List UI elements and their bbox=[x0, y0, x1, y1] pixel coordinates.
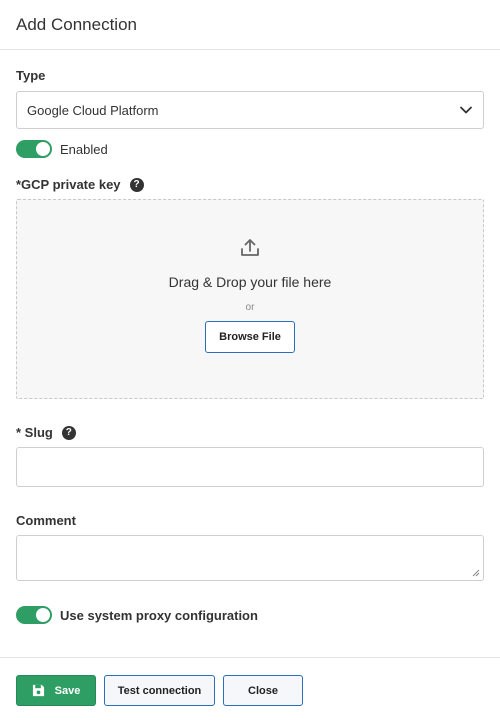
upload-icon bbox=[241, 239, 259, 256]
drop-text: Drag & Drop your file here bbox=[168, 274, 332, 290]
type-select-value: Google Cloud Platform bbox=[27, 102, 159, 118]
close-button[interactable]: Close bbox=[223, 675, 303, 706]
or-text: or bbox=[245, 302, 255, 313]
slug-label-text: * Slug bbox=[16, 425, 53, 440]
chevron-down-icon bbox=[460, 106, 472, 114]
proxy-toggle[interactable] bbox=[16, 606, 52, 624]
help-icon[interactable]: ? bbox=[61, 425, 76, 440]
browse-file-button[interactable]: Browse File bbox=[205, 321, 295, 353]
help-icon[interactable]: ? bbox=[129, 177, 144, 192]
comment-label: Comment bbox=[16, 513, 76, 528]
private-key-label: *GCP private key ? bbox=[16, 177, 144, 192]
comment-label-text: Comment bbox=[16, 513, 76, 528]
proxy-label: Use system proxy configuration bbox=[60, 607, 258, 623]
save-icon bbox=[32, 684, 44, 697]
private-key-label-text: *GCP private key bbox=[16, 177, 121, 192]
dialog-header: Add Connection bbox=[0, 0, 500, 50]
dialog-title: Add Connection bbox=[16, 14, 137, 34]
enabled-toggle[interactable] bbox=[16, 140, 52, 158]
slug-label: * Slug ? bbox=[16, 425, 76, 440]
comment-textarea[interactable] bbox=[16, 535, 484, 581]
save-button[interactable]: Save bbox=[16, 675, 96, 706]
slug-input[interactable] bbox=[16, 447, 484, 487]
dialog-footer: Save Test connection Close bbox=[0, 657, 500, 720]
enabled-toggle-row: Enabled bbox=[16, 140, 108, 158]
save-label: Save bbox=[54, 684, 81, 697]
toggle-knob bbox=[36, 142, 50, 156]
test-connection-button[interactable]: Test connection bbox=[104, 675, 215, 706]
type-label: Type bbox=[16, 68, 45, 83]
resize-handle-icon[interactable] bbox=[472, 569, 480, 577]
enabled-label: Enabled bbox=[60, 141, 108, 157]
file-dropzone[interactable]: Drag & Drop your file here or Browse Fil… bbox=[16, 199, 484, 399]
proxy-toggle-row: Use system proxy configuration bbox=[16, 606, 258, 624]
toggle-knob bbox=[36, 608, 50, 622]
type-select[interactable]: Google Cloud Platform bbox=[16, 91, 484, 129]
type-label-text: Type bbox=[16, 68, 46, 83]
